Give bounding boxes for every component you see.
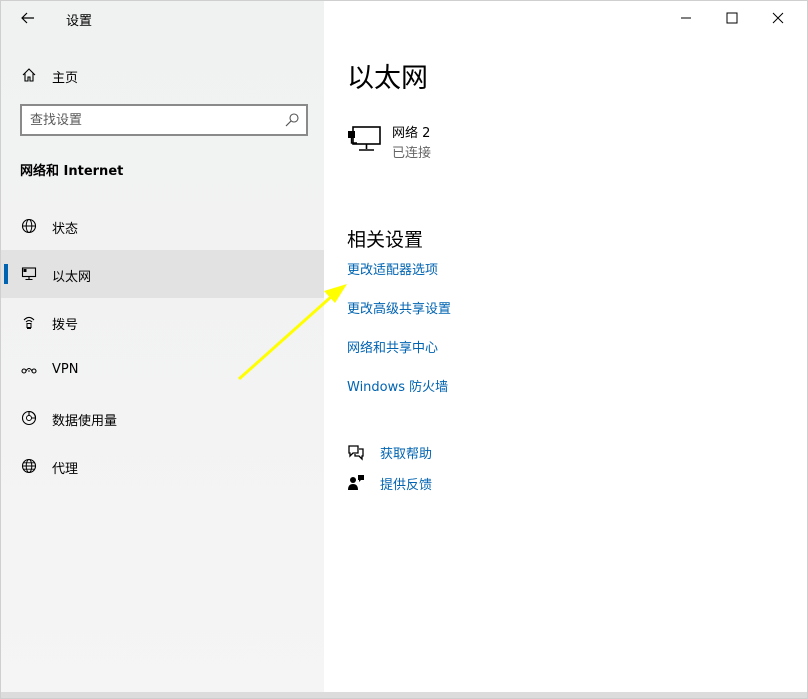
network-status: 已连接 <box>392 146 432 161</box>
sidebar-item-label: 拨号 <box>52 318 79 333</box>
app-title: 设置 <box>66 14 93 29</box>
data-usage-icon <box>21 410 37 426</box>
search-icon <box>285 113 299 127</box>
sidebar-item-label: VPN <box>52 362 79 377</box>
sidebar-item-dialup[interactable]: 拨号 <box>1 298 324 346</box>
minimize-icon <box>681 17 691 19</box>
feedback-icon <box>348 475 364 490</box>
chat-help-icon <box>348 445 364 461</box>
sidebar: 设置 主页 网络和 Internet 状态 <box>1 1 324 698</box>
main-content: 以太网 网络 2 已连接 相关设置 更改适配器选项 更改高级共享设置 网络和共享… <box>324 1 807 698</box>
sidebar-item-vpn[interactable]: VPN <box>1 346 324 394</box>
network-entry[interactable]: 网络 2 已连接 <box>347 121 547 161</box>
get-help-link[interactable]: 获取帮助 <box>347 441 547 463</box>
give-feedback-label: 提供反馈 <box>380 478 433 493</box>
close-button[interactable] <box>755 1 801 35</box>
give-feedback-link[interactable]: 提供反馈 <box>347 472 547 494</box>
globe-status-icon <box>21 218 37 234</box>
close-icon <box>772 12 784 24</box>
sidebar-item-data-usage[interactable]: 数据使用量 <box>1 394 324 442</box>
back-button[interactable] <box>13 5 43 31</box>
change-adapter-options-link[interactable]: 更改适配器选项 <box>347 259 438 278</box>
sidebar-item-proxy[interactable]: 代理 <box>1 442 324 490</box>
bottom-edge <box>1 692 807 698</box>
search-box[interactable] <box>20 104 308 136</box>
settings-window: 设置 主页 网络和 Internet 状态 <box>0 0 808 699</box>
search-input[interactable] <box>30 110 270 130</box>
windows-firewall-link[interactable]: Windows 防火墙 <box>347 376 448 395</box>
network-sharing-center-link[interactable]: 网络和共享中心 <box>347 337 438 356</box>
maximize-icon <box>726 12 738 24</box>
maximize-button[interactable] <box>709 1 755 35</box>
section-title: 网络和 Internet <box>20 164 124 179</box>
dialup-icon <box>23 316 35 329</box>
related-settings-title: 相关设置 <box>347 229 424 251</box>
sidebar-item-home[interactable]: 主页 <box>1 57 324 93</box>
sidebar-item-label: 代理 <box>52 462 79 477</box>
back-arrow-icon <box>21 12 34 24</box>
ethernet-icon <box>21 267 37 281</box>
network-name: 网络 2 <box>392 126 431 141</box>
sidebar-item-label: 主页 <box>52 71 79 86</box>
home-icon <box>22 68 36 82</box>
vpn-icon <box>21 367 37 374</box>
proxy-globe-icon <box>21 458 37 474</box>
minimize-button[interactable] <box>663 1 709 35</box>
advanced-sharing-settings-link[interactable]: 更改高级共享设置 <box>347 298 451 317</box>
sidebar-item-label: 数据使用量 <box>52 414 118 429</box>
sidebar-item-ethernet[interactable]: 以太网 <box>1 250 324 298</box>
sidebar-item-label: 以太网 <box>52 270 92 285</box>
get-help-label: 获取帮助 <box>380 447 433 462</box>
sidebar-item-status[interactable]: 状态 <box>1 202 324 250</box>
sidebar-item-label: 状态 <box>52 222 79 237</box>
ethernet-network-icon <box>348 126 381 151</box>
page-title: 以太网 <box>347 63 428 94</box>
title-bar: 设置 <box>1 1 324 37</box>
